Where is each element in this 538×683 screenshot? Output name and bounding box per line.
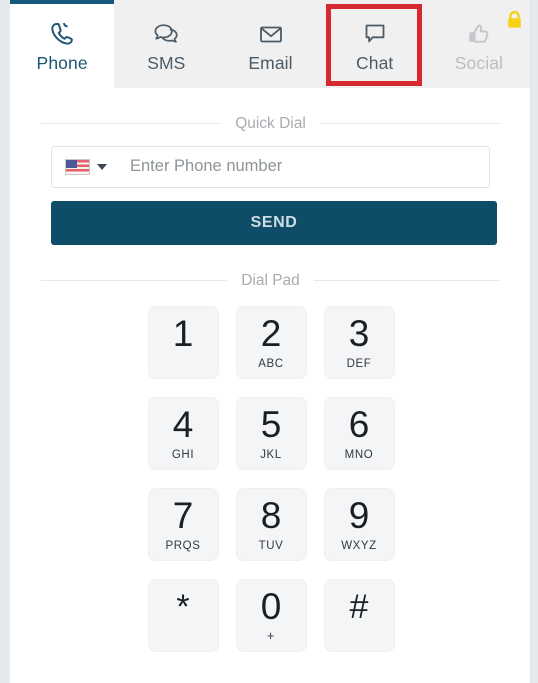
dialpad-key-digit: 0 [260,586,282,628]
dialpad-key-letters: TUV [258,539,284,552]
dial-pad-section-divider: Dial Pad [10,271,530,289]
dialpad-key-letters: ABC [258,357,284,370]
dialpad-key-letters: MNO [344,448,374,461]
dialpad-key-8[interactable]: 8 TUV [235,488,307,561]
tab-email-label: Email [248,53,293,74]
dialpad-key-letters: WXYZ [341,539,377,552]
envelope-icon [257,19,285,49]
dialpad-key-7[interactable]: 7 PRQS [147,488,219,561]
dialpad-key-6[interactable]: 6 MNO [323,397,395,470]
dialpad-key-9[interactable]: 9 WXYZ [323,488,395,561]
send-button[interactable]: SEND [51,200,497,245]
country-selector[interactable] [52,147,116,187]
tab-chat-label: Chat [356,53,394,74]
dialpad-key-letters: DEF [346,357,372,370]
tab-social-label: Social [454,53,504,74]
tab-phone-label: Phone [36,53,88,74]
tab-social: Social [427,0,530,88]
phone-handset-icon [48,19,76,49]
dialpad-key-digit: 1 [172,313,194,354]
tab-sms[interactable]: SMS [114,0,218,88]
quick-dial-section-divider: Quick Dial [10,115,530,132]
dialpad-key-letters: PRQS [165,539,201,552]
dialpad-key-digit: 3 [348,312,370,354]
dialpad-key-digit: 8 [260,494,282,536]
dialpad-key-digit: 4 [172,403,194,445]
softphone-panel: Phone SMS Email Chat Social Quick Dial E… [10,0,531,683]
dialpad-key-0[interactable]: 0 + [235,579,307,652]
divider-rule-left [41,279,228,281]
tab-chat[interactable]: Chat [323,0,427,88]
app-root: Phone SMS Email Chat Social Quick Dial E… [0,0,538,683]
dialpad-key-digit: 5 [260,403,282,445]
quick-dial-label: Quick Dial [235,115,306,132]
thumbs-up-icon [465,19,493,49]
tab-email[interactable]: Email [218,0,322,88]
dial-pad: 1 2 ABC 3 DEF 4 GHI 5 JKL 6 MNO 7 PRQS 8… [147,306,395,652]
tab-sms-label: SMS [147,53,186,74]
speech-bubbles-icon [151,19,181,49]
dialpad-key-3[interactable]: 3 DEF [323,306,395,379]
dialpad-key-digit: 7 [172,494,194,536]
dialpad-key-1[interactable]: 1 [147,306,219,379]
dialpad-key-digit: * [176,587,190,626]
phone-panel-content: Quick Dial SEND Dial Pad [10,88,530,683]
dialpad-key-2[interactable]: 2 ABC [235,306,307,379]
dialpad-key-digit: 9 [348,494,370,536]
dialpad-key-5[interactable]: 5 JKL [235,397,307,470]
dialpad-key-letters: + [267,629,275,644]
dialpad-key-digit: # [349,587,369,626]
dialpad-key-hash[interactable]: # [323,579,395,652]
dialpad-key-star[interactable]: * [147,579,219,652]
tab-phone[interactable]: Phone [10,0,115,88]
lock-icon [506,10,523,35]
phone-number-input[interactable] [116,146,489,187]
channel-tabbar: Phone SMS Email Chat Social [10,0,530,88]
dial-pad-label: Dial Pad [241,271,300,289]
dialpad-key-4[interactable]: 4 GHI [147,397,219,470]
dialpad-key-letters: JKL [260,448,282,461]
divider-rule-right [319,123,501,125]
dialpad-key-digit: 6 [348,403,370,445]
us-flag-icon [65,158,90,175]
divider-rule-left [41,123,222,125]
divider-rule-right [313,279,500,281]
chat-bubble-icon [362,19,388,49]
chevron-down-icon [97,163,107,170]
dialpad-key-digit: 2 [260,312,282,354]
phone-number-field [51,145,490,188]
dialpad-key-letters: GHI [171,448,195,461]
